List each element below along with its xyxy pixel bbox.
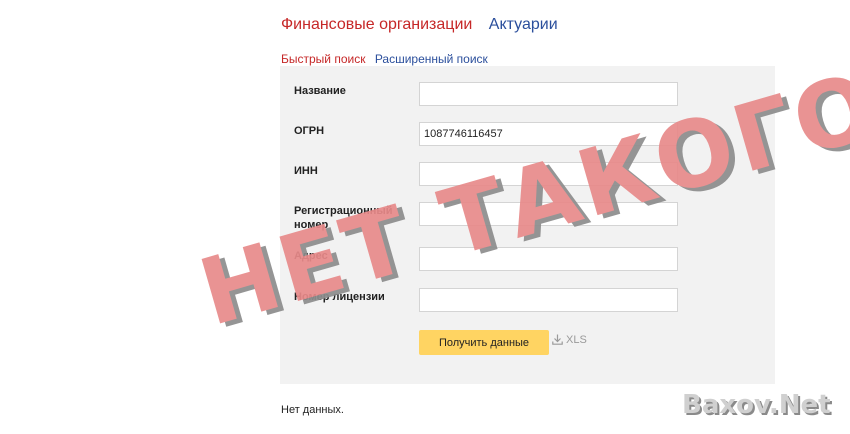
address-input[interactable] <box>419 247 678 271</box>
search-mode-tabs: Быстрый поиск Расширенный поиск <box>281 52 494 66</box>
tab-quick-search[interactable]: Быстрый поиск <box>281 52 365 66</box>
site-watermark: Baxov.Net <box>670 386 850 434</box>
get-data-button[interactable]: Получить данные <box>419 330 549 355</box>
tab-advanced-search[interactable]: Расширенный поиск <box>375 52 488 66</box>
no-data-message: Нет данных. <box>281 404 344 416</box>
download-icon <box>552 334 563 345</box>
xls-export-link[interactable]: XLS <box>552 334 587 346</box>
registration-number-input[interactable] <box>419 202 678 226</box>
org-type-tabs: Финансовые организации Актуарии <box>281 16 570 34</box>
address-label: Адрес <box>294 250 328 262</box>
watermark-text: Baxov.Net <box>682 390 831 420</box>
license-number-label: Номер лицензии <box>294 291 385 303</box>
search-form-panel: Название ОГРН ИНН Регистрационный номер … <box>280 66 775 384</box>
name-input[interactable] <box>419 82 678 106</box>
ogrn-label: ОГРН <box>294 125 325 137</box>
inn-label: ИНН <box>294 165 318 177</box>
registration-number-label: Регистрационный номер <box>294 205 393 231</box>
ogrn-input[interactable] <box>419 122 678 146</box>
tab-financial-organizations[interactable]: Финансовые организации <box>281 16 472 34</box>
xls-label: XLS <box>566 334 587 346</box>
name-label: Название <box>294 85 346 97</box>
inn-input[interactable] <box>419 162 678 186</box>
tab-actuaries[interactable]: Актуарии <box>489 16 558 34</box>
license-number-input[interactable] <box>419 288 678 312</box>
